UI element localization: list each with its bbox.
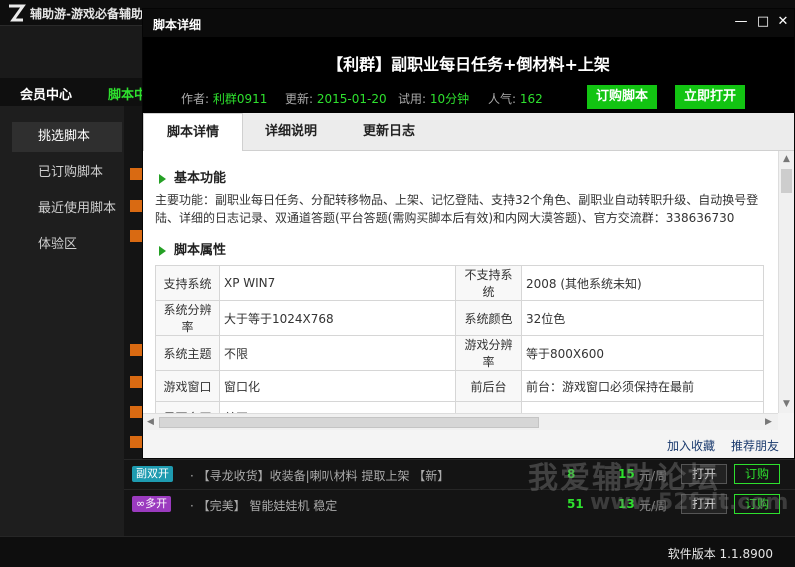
scroll-up-icon[interactable]: ▲ [783, 154, 790, 164]
row-tag: ∞多开 [132, 496, 172, 512]
version-label: 软件版本 1.1.8900 [667, 547, 773, 561]
scroll-thumb[interactable] [159, 417, 539, 428]
dialog-header: 【利群】副职业每日任务+倒材料+上架 作者: 利群0911 更新: 2015-0… [143, 37, 794, 113]
sidebar-item-recent[interactable]: 最近使用脚本 [12, 194, 122, 224]
category-marker [130, 168, 142, 180]
sidebar-item-pick-scripts[interactable]: 挑选脚本 [12, 122, 122, 152]
table-row: 系统分辨率 大于等于1024X768 系统颜色 32位色 [155, 300, 764, 336]
statusbar: 软件版本 1.1.8900 [0, 536, 795, 567]
properties-table: 支持系统 XP WIN7 不支持系统 2008 (其他系统未知) 系统分辨率 大… [155, 265, 764, 413]
trial-meta: 试用: 10分钟 [398, 92, 470, 106]
category-marker [130, 230, 142, 242]
updated-meta: 更新: 2015-01-20 [285, 92, 387, 106]
horizontal-scrollbar[interactable]: ◀ ▶ [143, 413, 778, 430]
watermark-url: www.52fzlt.com [590, 490, 789, 515]
table-row: 系统主题 不限 游戏分辨率 等于800X600 [155, 335, 764, 371]
category-marker [130, 376, 142, 388]
author-meta: 作者: 利群0911 [181, 92, 268, 106]
vertical-scrollbar[interactable]: ▲ ▼ [778, 151, 794, 413]
maximize-icon[interactable]: □ [754, 14, 772, 30]
popularity-meta: 人气: 162 [488, 92, 543, 106]
tab-update-log[interactable]: 更新日志 [339, 113, 439, 151]
nav-member-center[interactable]: 会员中心 [20, 84, 72, 103]
basic-features-text: 主要功能：副职业每日任务、分配转移物品、上架、记忆登陆、支持32个角色、副职业自… [155, 193, 759, 225]
dialog-titlebar[interactable]: 脚本详细 — □ ✕ [143, 9, 794, 37]
tab-bar: 脚本详情 详细说明 更新日志 [143, 113, 794, 152]
scroll-thumb[interactable] [781, 169, 792, 193]
dialog-title: 脚本详细 [153, 18, 202, 32]
tab-content: 基本功能 主要功能：副职业每日任务、分配转移物品、上架、记忆登陆、支持32个角色… [143, 151, 778, 413]
basic-features-heading: 基本功能 [159, 167, 226, 186]
triangle-icon [159, 173, 166, 184]
row-title[interactable]: · 【完美】 智能娃娃机 稳定 [190, 497, 337, 514]
category-marker [130, 200, 142, 212]
sidebar-item-subscribed[interactable]: 已订购脚本 [12, 158, 122, 188]
tab-detailed-description[interactable]: 详细说明 [243, 113, 339, 151]
script-properties-heading: 脚本属性 [159, 239, 226, 258]
category-marker [130, 436, 142, 448]
subscribe-button[interactable]: 订购 [734, 464, 780, 484]
dialog-footer: 加入收藏 推荐朋友 [143, 430, 794, 458]
table-row: 游戏窗口 窗口化 前后台 前台：游戏窗口必须保持在最前 [155, 370, 764, 402]
subscribe-script-button[interactable]: 订购脚本 [587, 85, 657, 109]
scroll-down-icon[interactable]: ▼ [783, 399, 790, 409]
app-sidebar: 挑选脚本 已订购脚本 最近使用脚本 体验区 [0, 106, 124, 536]
script-detail-dialog: 脚本详细 — □ ✕ 【利群】副职业每日任务+倒材料+上架 作者: 利群0911… [142, 8, 795, 459]
recommend-friend-link[interactable]: 推荐朋友 [731, 437, 779, 454]
table-row: 支持系统 XP WIN7 不支持系统 2008 (其他系统未知) [155, 265, 764, 301]
row-count: 51 [567, 497, 584, 511]
scroll-right-icon[interactable]: ▶ [765, 417, 772, 427]
triangle-icon [159, 245, 166, 256]
tab-script-details[interactable]: 脚本详情 [143, 113, 243, 152]
category-marker [130, 406, 142, 418]
sidebar-item-trial[interactable]: 体验区 [12, 230, 122, 260]
scroll-left-icon[interactable]: ◀ [147, 417, 154, 427]
row-title[interactable]: · 【寻龙收货】收装备|喇叭材料 提取上架 【新】 [190, 467, 449, 484]
minimize-icon[interactable]: — [732, 14, 750, 30]
close-icon[interactable]: ✕ [774, 14, 792, 30]
open-now-button[interactable]: 立即打开 [675, 85, 745, 109]
app-logo-icon [9, 4, 26, 22]
script-title: 【利群】副职业每日任务+倒材料+上架 [327, 55, 610, 74]
category-marker [130, 344, 142, 356]
row-tag: 副双开 [132, 466, 173, 482]
add-favorite-link[interactable]: 加入收藏 [667, 437, 715, 454]
table-row: 是否多开 单开 [155, 401, 764, 413]
